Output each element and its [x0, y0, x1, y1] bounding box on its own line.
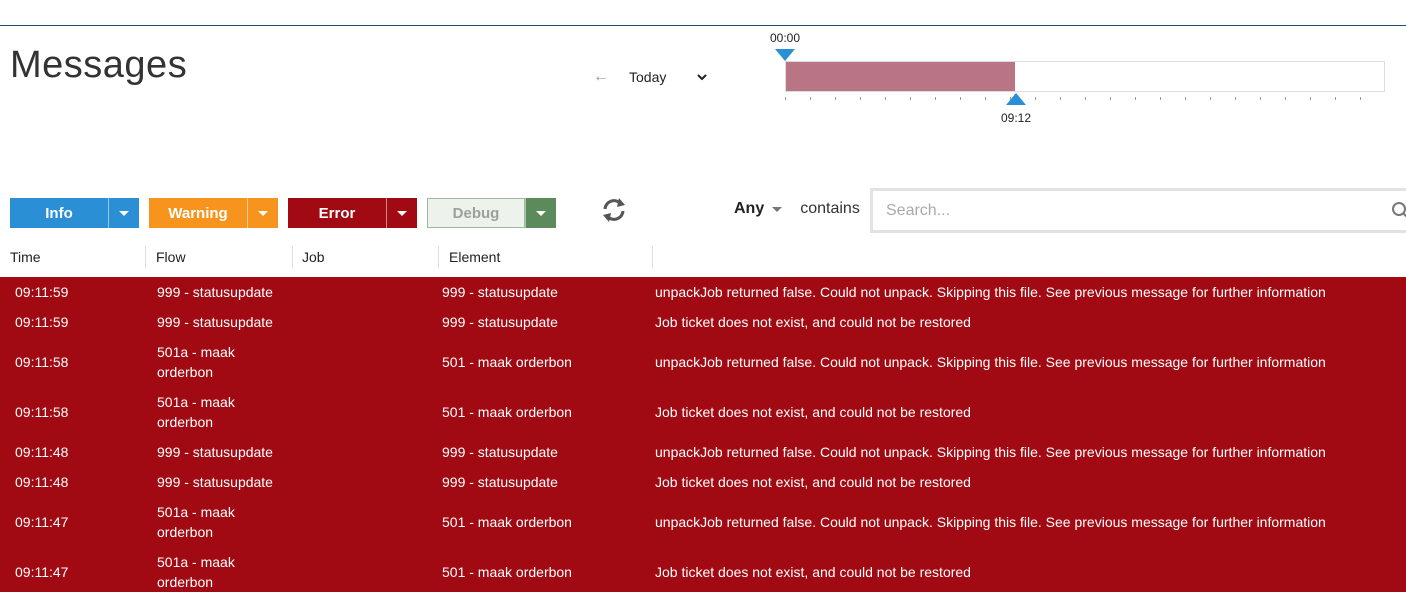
cell-message: Job ticket does not exist, and could not… — [655, 564, 971, 580]
column-header-flow[interactable]: Flow — [145, 246, 292, 268]
timeline-end-handle[interactable] — [1006, 93, 1026, 105]
cell-flow: 999 - statusupdate — [157, 284, 273, 300]
warning-dropdown[interactable] — [247, 198, 278, 228]
table-header: Time Flow Job Element — [0, 246, 1406, 276]
cell-time: 09:11:58 — [15, 354, 69, 370]
cell-time: 09:11:59 — [15, 284, 69, 300]
column-header-job[interactable]: Job — [292, 246, 438, 268]
cell-message: unpackJob returned false. Could not unpa… — [655, 514, 1326, 530]
table-row[interactable]: 09:11:47 501a - maak orderbon 501 - maak… — [0, 547, 1406, 592]
top-divider — [0, 25, 1406, 26]
column-label: Flow — [156, 249, 186, 265]
cell-flow: 501a - maak orderbon — [157, 344, 235, 380]
timeline-end-label: 09:12 — [1001, 111, 1032, 125]
cell-flow: 999 - statusupdate — [157, 444, 273, 460]
day-label[interactable]: Today — [629, 69, 695, 85]
cell-flow: 501a - maak orderbon — [157, 504, 235, 540]
page-title: Messages — [10, 44, 188, 86]
cell-flow: 999 - statusupdate — [157, 474, 273, 490]
cell-message: unpackJob returned false. Could not unpa… — [655, 444, 1326, 460]
cell-message: Job ticket does not exist, and could not… — [655, 314, 971, 330]
cell-message: unpackJob returned false. Could not unpa… — [655, 284, 1326, 300]
timeline-start-label: 00:00 — [770, 31, 801, 45]
cell-time: 09:11:48 — [15, 444, 69, 460]
caret-down-icon — [397, 210, 407, 216]
timeline-ticks — [785, 97, 1385, 100]
error-button[interactable]: Error — [288, 198, 386, 228]
level-filters: Info Warning Error Debug — [10, 198, 556, 228]
cell-message: unpackJob returned false. Could not unpa… — [655, 354, 1326, 370]
column-header-message — [652, 246, 1406, 268]
caret-down-icon — [258, 210, 268, 216]
operator-label: contains — [800, 200, 860, 217]
cell-job — [302, 497, 432, 547]
cell-job — [302, 277, 432, 307]
table-row[interactable]: 09:11:48 999 - statusupdate 999 - status… — [0, 467, 1406, 497]
table-row[interactable]: 09:11:59 999 - statusupdate 999 - status… — [0, 307, 1406, 337]
cell-job — [302, 337, 432, 387]
info-button[interactable]: Info — [10, 198, 108, 228]
table-row[interactable]: 09:11:58 501a - maak orderbon 501 - maak… — [0, 337, 1406, 387]
cell-job — [302, 547, 432, 592]
error-dropdown[interactable] — [386, 198, 417, 228]
table-row[interactable]: 09:11:59 999 - statusupdate 999 - status… — [0, 277, 1406, 307]
cell-flow: 999 - statusupdate — [157, 314, 273, 330]
search-icon[interactable] — [1392, 202, 1406, 220]
debug-dropdown[interactable] — [525, 198, 556, 228]
info-filter: Info — [10, 198, 139, 228]
table-row[interactable]: 09:11:48 999 - statusupdate 999 - status… — [0, 437, 1406, 467]
cell-time: 09:11:47 — [15, 564, 69, 580]
search-box — [870, 188, 1406, 233]
scope-select[interactable]: Any — [734, 200, 764, 218]
cell-element: 999 - statusupdate — [442, 284, 558, 300]
warning-filter: Warning — [149, 198, 278, 228]
cell-job — [302, 467, 432, 497]
cell-job — [302, 387, 432, 437]
cell-element: 501 - maak orderbon — [442, 354, 572, 370]
cell-element: 501 - maak orderbon — [442, 404, 572, 420]
message-list: 09:11:59 999 - statusupdate 999 - status… — [0, 277, 1406, 592]
timeline-start-handle[interactable] — [775, 49, 795, 61]
table-row[interactable]: 09:11:58 501a - maak orderbon 501 - maak… — [0, 387, 1406, 437]
debug-filter: Debug — [427, 198, 556, 228]
column-header-time[interactable]: Time — [0, 246, 145, 268]
timeline-track[interactable] — [785, 61, 1385, 92]
column-label: Element — [449, 249, 501, 265]
table-row[interactable]: 09:11:47 501a - maak orderbon 501 - maak… — [0, 497, 1406, 547]
column-header-element[interactable]: Element — [438, 246, 652, 268]
error-filter: Error — [288, 198, 417, 228]
cell-element: 999 - statusupdate — [442, 314, 558, 330]
search-input[interactable] — [873, 191, 1406, 230]
refresh-icon[interactable] — [598, 196, 630, 224]
cell-time: 09:11:48 — [15, 474, 69, 490]
timeline-selection[interactable] — [786, 62, 1016, 91]
info-dropdown[interactable] — [108, 198, 139, 228]
cell-element: 501 - maak orderbon — [442, 514, 572, 530]
debug-button[interactable]: Debug — [427, 198, 525, 228]
cell-job — [302, 437, 432, 467]
search-scope: Any contains — [734, 200, 860, 218]
chevron-down-icon[interactable] — [695, 70, 709, 84]
caret-down-icon[interactable] — [772, 206, 783, 212]
cell-message: Job ticket does not exist, and could not… — [655, 404, 971, 420]
cell-element: 999 - statusupdate — [442, 444, 558, 460]
cell-element: 501 - maak orderbon — [442, 564, 572, 580]
cell-element: 999 - statusupdate — [442, 474, 558, 490]
day-picker[interactable]: ← Today — [593, 66, 709, 88]
column-label: Time — [10, 249, 41, 265]
caret-down-icon — [536, 210, 546, 216]
cell-flow: 501a - maak orderbon — [157, 554, 235, 590]
cell-flow: 501a - maak orderbon — [157, 394, 235, 430]
cell-time: 09:11:47 — [15, 514, 69, 530]
arrow-left-icon[interactable]: ← — [593, 68, 619, 86]
cell-time: 09:11:58 — [15, 404, 69, 420]
warning-button[interactable]: Warning — [149, 198, 247, 228]
caret-down-icon — [119, 210, 129, 216]
cell-message: Job ticket does not exist, and could not… — [655, 474, 971, 490]
timeline[interactable]: 00:00 09:12 — [770, 28, 1400, 128]
cell-job — [302, 307, 432, 337]
column-label: Job — [302, 249, 325, 265]
cell-time: 09:11:59 — [15, 314, 69, 330]
